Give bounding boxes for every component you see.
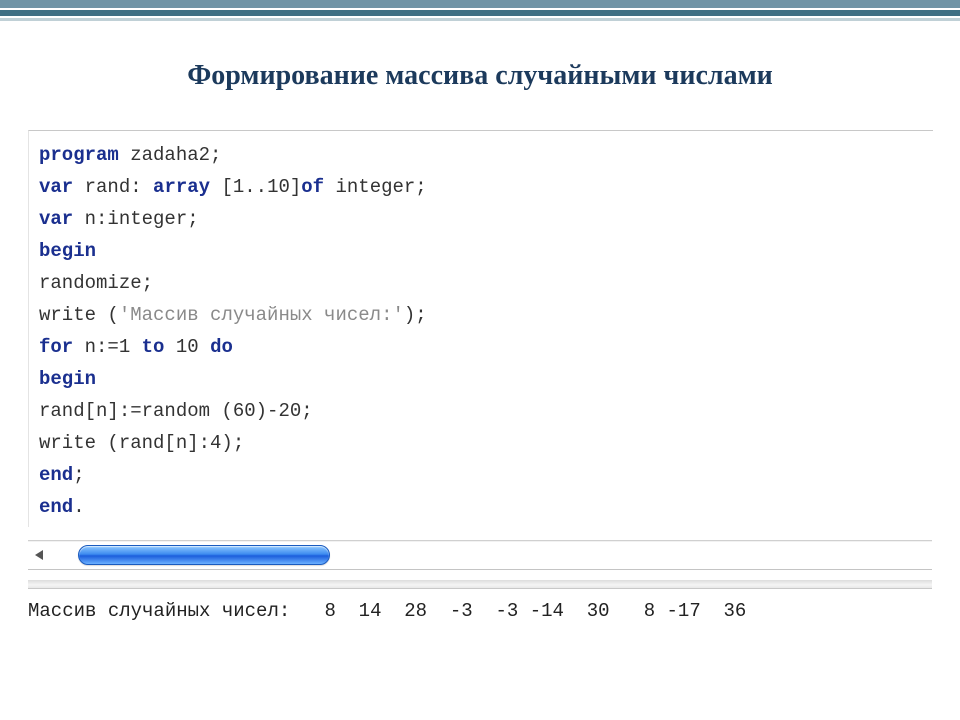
keyword-end: end: [39, 464, 73, 486]
keyword-do: do: [210, 336, 233, 358]
keyword-var: var: [39, 176, 73, 198]
keyword-to: to: [142, 336, 165, 358]
slide-title: Формирование массива случайными числами: [0, 60, 960, 92]
keyword-program: program: [39, 144, 119, 166]
scrollbar-thumb[interactable]: [78, 545, 330, 565]
output-label: Массив случайных чисел:: [28, 600, 290, 622]
code-editor-pane: program zadaha2; var rand: array [1..10]…: [28, 130, 933, 527]
keyword-of: of: [301, 176, 324, 198]
keyword-array: array: [153, 176, 210, 198]
code-text: rand:: [73, 176, 153, 198]
code-text: n:=1: [73, 336, 141, 358]
code-text: .: [73, 496, 84, 518]
code-text: write (rand[n]:4);: [39, 432, 244, 454]
keyword-var: var: [39, 208, 73, 230]
triangle-left-icon: [35, 550, 43, 560]
code-text: rand[n]:=random (60)-20;: [39, 400, 313, 422]
code-text: zadaha2;: [119, 144, 222, 166]
code-text: [1..10]: [210, 176, 301, 198]
horizontal-scrollbar[interactable]: [28, 540, 932, 570]
decorative-top-stripe: [0, 0, 960, 22]
keyword-begin: begin: [39, 368, 96, 390]
code-text: );: [404, 304, 427, 326]
code-text: n:integer;: [73, 208, 198, 230]
scroll-left-button[interactable]: [28, 541, 50, 569]
string-literal: 'Массив случайных чисел:': [119, 304, 404, 326]
code-text: ;: [73, 464, 84, 486]
source-code[interactable]: program zadaha2; var rand: array [1..10]…: [29, 131, 933, 527]
program-output: Массив случайных чисел: 8 14 28 -3 -3 -1…: [28, 600, 932, 622]
keyword-for: for: [39, 336, 73, 358]
code-text: randomize;: [39, 272, 153, 294]
code-text: 10: [164, 336, 210, 358]
output-values: 8 14 28 -3 -3 -14 30 8 -17 36: [290, 600, 746, 622]
keyword-end: end: [39, 496, 73, 518]
code-text: integer;: [324, 176, 427, 198]
code-text: write (: [39, 304, 119, 326]
pane-divider: [28, 580, 932, 589]
keyword-begin: begin: [39, 240, 96, 262]
